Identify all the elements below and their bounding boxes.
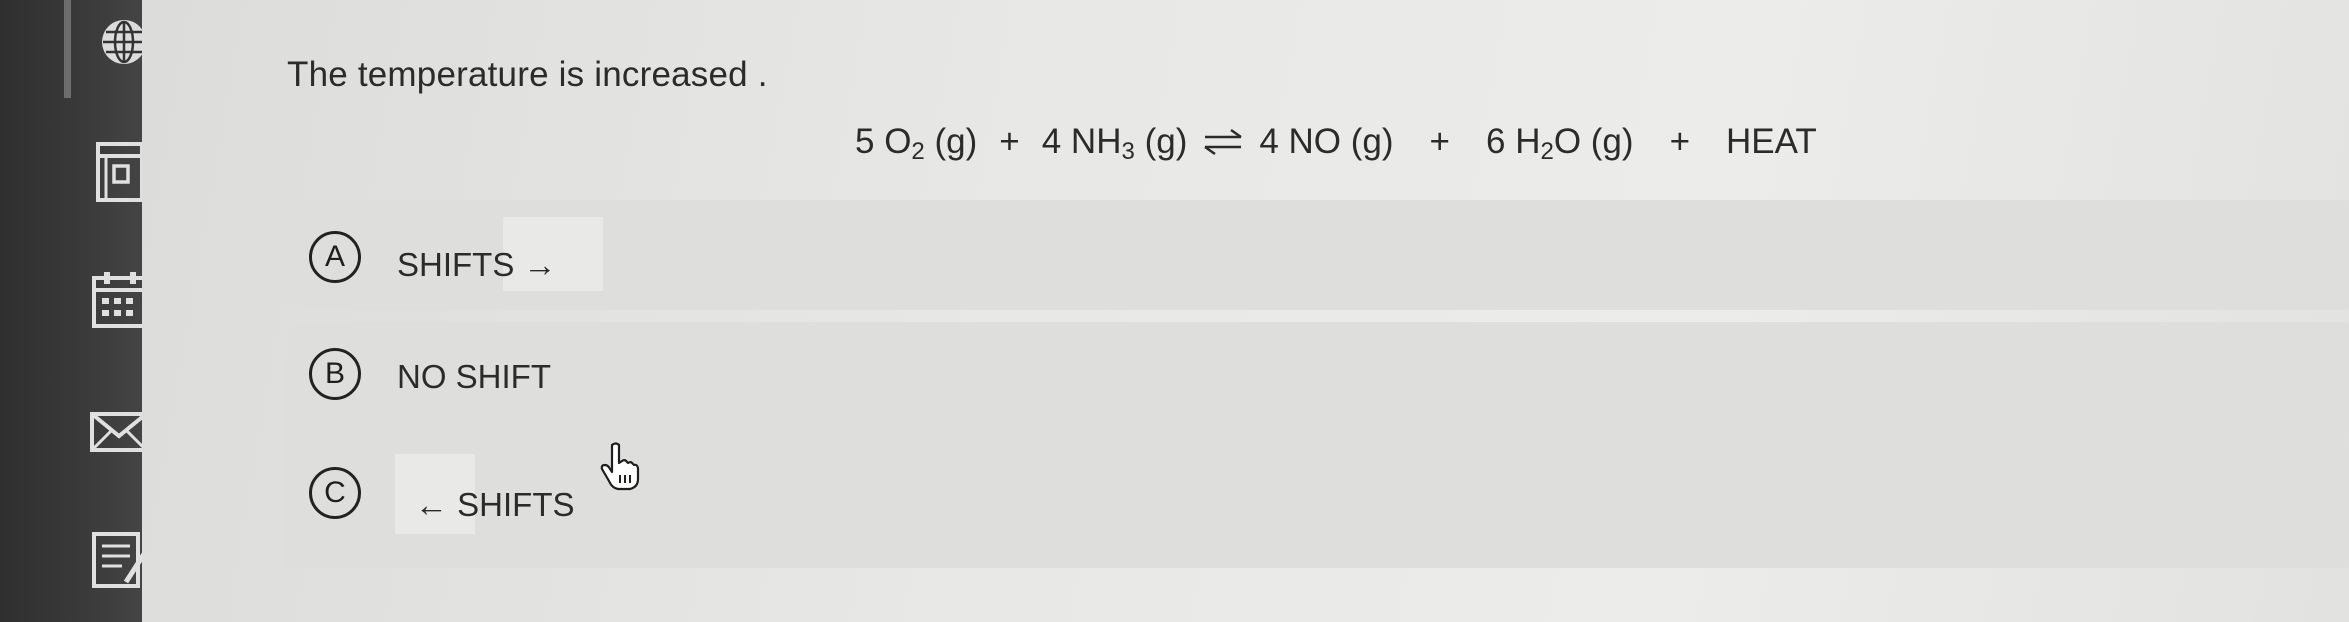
reactant-o2: 5 O2 (g) <box>855 122 978 165</box>
plus-sign: + <box>1429 122 1450 161</box>
choice-letter: B <box>309 348 361 400</box>
choice-a[interactable]: A SHIFTS → <box>285 200 2349 310</box>
heat-term: HEAT <box>1726 122 1817 161</box>
active-indicator <box>64 0 71 98</box>
choice-text: SHIFTS → <box>397 246 557 283</box>
reactant-nh3: 4 NH3 (g) <box>1041 122 1188 165</box>
choice-letter: C <box>309 467 361 519</box>
hand-cursor-icon <box>598 441 642 491</box>
choice-text: ← SHIFTS <box>415 486 575 523</box>
chemical-equation: 5 O2 (g) + 4 NH3 (g) 4 NO (g) + 6 H2O (g… <box>855 122 1817 166</box>
plus-sign: + <box>999 122 1020 161</box>
plus-sign: + <box>1669 122 1691 161</box>
choice-b[interactable]: B NO SHIFT <box>285 322 2349 440</box>
product-no: 4 NO (g) <box>1259 122 1394 161</box>
choice-letter: A <box>309 231 361 283</box>
product-h2o: 6 H2O (g) <box>1486 122 1634 165</box>
choice-c[interactable]: C ← SHIFTS <box>285 440 2349 568</box>
question-text: The temperature is increased . <box>287 55 768 94</box>
sidebar <box>0 0 148 622</box>
equilibrium-arrow-icon <box>1201 126 1245 156</box>
choice-text: NO SHIFT <box>397 358 551 395</box>
